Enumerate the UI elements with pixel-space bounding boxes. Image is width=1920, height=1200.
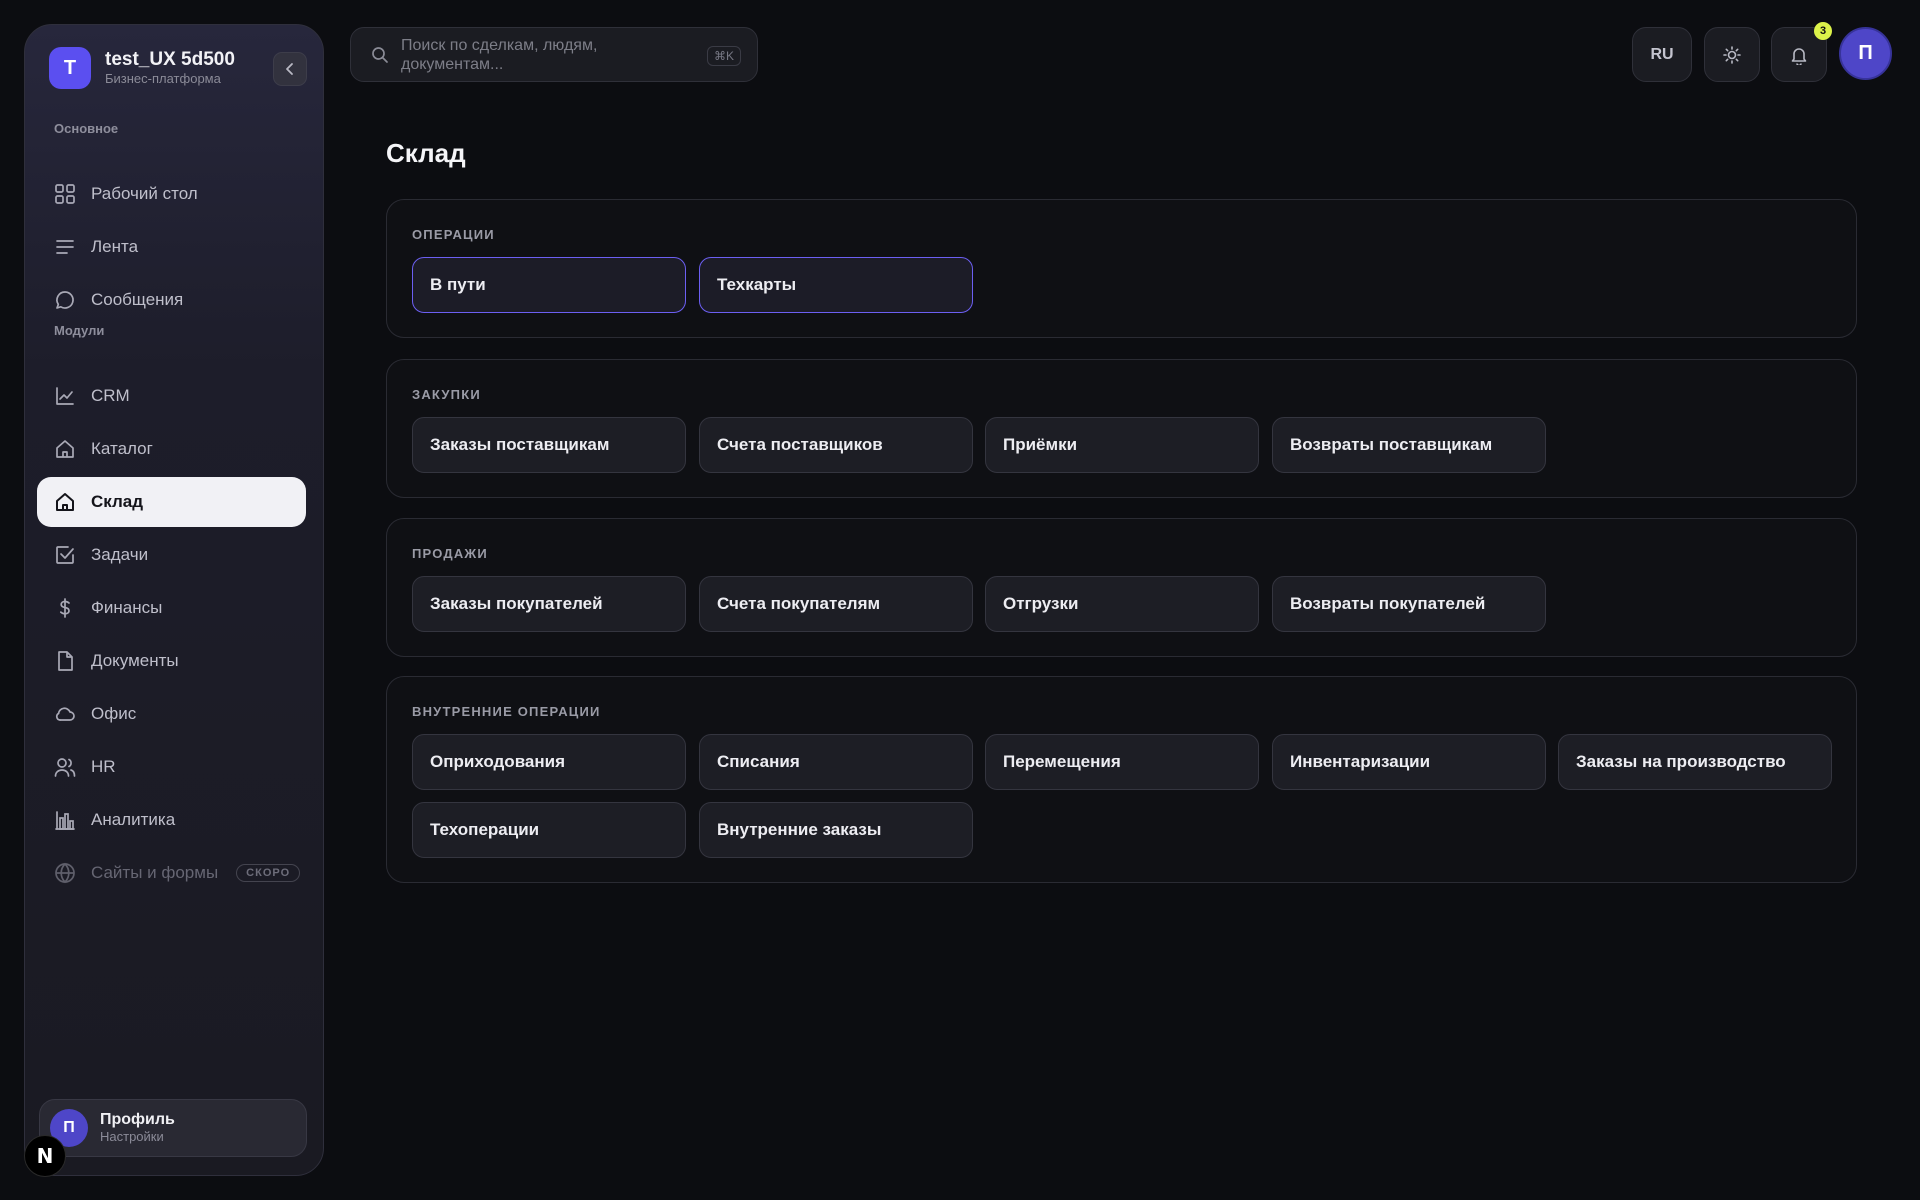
tile-in-transit[interactable]: В пути bbox=[412, 257, 686, 313]
document-icon bbox=[53, 649, 77, 673]
search-shortcut: ⌘K bbox=[706, 46, 741, 66]
tile-customer-invoices[interactable]: Счета покупателям bbox=[699, 576, 973, 632]
page-title: Склад bbox=[386, 138, 466, 168]
workspace-subtitle: Бизнес-платформа bbox=[105, 71, 221, 86]
section-sales: ПРОДАЖИ Заказы покупателей Счета покупат… bbox=[386, 518, 1857, 657]
sidebar-item-label: Задачи bbox=[91, 545, 149, 564]
sidebar-item-label: Сайты и формы bbox=[91, 863, 219, 882]
sidebar-item-label: Финансы bbox=[91, 598, 163, 617]
coming-soon-badge: СКОРО bbox=[236, 864, 301, 882]
section-title: ПРОДАЖИ bbox=[412, 546, 488, 561]
sidebar-item-finance[interactable]: Финансы bbox=[37, 583, 306, 633]
tile-internal-orders[interactable]: Внутренние заказы bbox=[699, 802, 973, 858]
tile-supplier-invoices[interactable]: Счета поставщиков bbox=[699, 417, 973, 473]
sidebar-item-office[interactable]: Офис bbox=[37, 689, 306, 739]
sidebar-item-tasks[interactable]: Задачи bbox=[37, 530, 306, 580]
sidebar-item-dashboard[interactable]: Рабочий стол bbox=[37, 169, 306, 219]
chevron-left-icon bbox=[286, 63, 293, 75]
section-operations: ОПЕРАЦИИ В пути Техкарты bbox=[386, 199, 1857, 338]
tile-customer-returns[interactable]: Возвраты покупателей bbox=[1272, 576, 1546, 632]
profile-subtitle: Настройки bbox=[100, 1129, 164, 1144]
section-purchases: ЗАКУПКИ Заказы поставщикам Счета поставщ… bbox=[386, 359, 1857, 498]
search-icon bbox=[372, 46, 388, 63]
sidebar-item-label: Каталог bbox=[91, 439, 153, 458]
sidebar-item-messages[interactable]: Сообщения bbox=[37, 275, 306, 325]
brand-text: test_UX 5d500 Бизнес-платформа bbox=[105, 49, 235, 87]
feed-lines-icon bbox=[53, 235, 77, 259]
sidebar-item-label: Сообщения bbox=[91, 290, 184, 309]
sidebar-item-sites-forms: Сайты и формы СКОРО bbox=[37, 848, 306, 898]
sidebar-item-label: CRM bbox=[91, 386, 130, 405]
tile-customer-orders[interactable]: Заказы покупателей bbox=[412, 576, 686, 632]
sun-icon bbox=[1723, 45, 1741, 64]
home-icon bbox=[53, 437, 77, 461]
nav-section-main: Основное bbox=[54, 121, 119, 136]
sidebar: T test_UX 5d500 Бизнес-платформа Основно… bbox=[24, 24, 324, 1176]
search-input[interactable]: Поиск по сделкам, людям, документам... ⌘… bbox=[350, 27, 758, 82]
user-avatar-button[interactable]: П bbox=[1839, 27, 1892, 80]
nextjs-dev-icon[interactable]: N bbox=[24, 1135, 66, 1177]
profile-name: Профиль bbox=[100, 1111, 175, 1128]
notifications-button[interactable]: 3 bbox=[1771, 22, 1832, 82]
sidebar-item-analytics[interactable]: Аналитика bbox=[37, 795, 306, 845]
tile-supplier-orders[interactable]: Заказы поставщикам bbox=[412, 417, 686, 473]
language-button[interactable]: RU bbox=[1632, 27, 1692, 82]
tile-tech-operations[interactable]: Техоперации bbox=[412, 802, 686, 858]
workspace-name: test_UX 5d500 bbox=[105, 49, 235, 70]
chat-bubble-icon bbox=[53, 288, 77, 312]
tile-shipments[interactable]: Отгрузки bbox=[985, 576, 1259, 632]
sidebar-item-hr[interactable]: HR bbox=[37, 742, 306, 792]
cloud-icon bbox=[53, 702, 77, 726]
sidebar-item-label: Документы bbox=[91, 651, 179, 670]
sidebar-item-feed[interactable]: Лента bbox=[37, 222, 306, 272]
section-title: ЗАКУПКИ bbox=[412, 387, 481, 402]
section-title: ОПЕРАЦИИ bbox=[412, 227, 495, 242]
dollar-icon bbox=[53, 596, 77, 620]
profile-text: Профиль Настройки bbox=[100, 1111, 175, 1145]
grid-icon bbox=[53, 182, 77, 206]
section-title: ВНУТРЕННИЕ ОПЕРАЦИИ bbox=[412, 704, 601, 719]
profile-card[interactable]: П Профиль Настройки bbox=[39, 1099, 307, 1157]
sidebar-item-label: Лента bbox=[91, 237, 139, 256]
line-chart-icon bbox=[53, 384, 77, 408]
collapse-sidebar-button[interactable] bbox=[273, 52, 307, 86]
sidebar-item-label: Аналитика bbox=[91, 810, 176, 829]
tile-receipts[interactable]: Приёмки bbox=[985, 417, 1259, 473]
checkbox-icon bbox=[53, 543, 77, 567]
sidebar-item-label: Склад bbox=[91, 492, 144, 511]
sidebar-item-crm[interactable]: CRM bbox=[37, 371, 306, 421]
tile-production-orders[interactable]: Заказы на производство bbox=[1558, 734, 1832, 790]
sidebar-item-label: HR bbox=[91, 757, 116, 776]
bar-chart-icon bbox=[53, 808, 77, 832]
section-internal-operations: ВНУТРЕННИЕ ОПЕРАЦИИ Оприходования Списан… bbox=[386, 676, 1857, 883]
sidebar-item-catalog[interactable]: Каталог bbox=[37, 424, 306, 474]
sidebar-item-warehouse[interactable]: Склад bbox=[37, 477, 306, 527]
tile-tech-cards[interactable]: Техкарты bbox=[699, 257, 973, 313]
sidebar-item-label: Офис bbox=[91, 704, 137, 723]
sidebar-item-documents[interactable]: Документы bbox=[37, 636, 306, 686]
tile-write-offs[interactable]: Списания bbox=[699, 734, 973, 790]
bell-icon bbox=[1791, 47, 1807, 65]
users-icon bbox=[53, 755, 77, 779]
home-icon bbox=[53, 490, 77, 514]
tile-supplier-returns[interactable]: Возвраты поставщикам bbox=[1272, 417, 1546, 473]
tile-inventories[interactable]: Инвентаризации bbox=[1272, 734, 1546, 790]
tile-postings[interactable]: Оприходования bbox=[412, 734, 686, 790]
nav-section-modules: Модули bbox=[54, 323, 105, 338]
brand-logo: T bbox=[49, 47, 91, 89]
brand[interactable]: T test_UX 5d500 Бизнес-платформа bbox=[49, 47, 235, 89]
notification-count-badge: 3 bbox=[1814, 22, 1832, 40]
theme-toggle-button[interactable] bbox=[1704, 27, 1760, 82]
globe-icon bbox=[53, 861, 77, 885]
search-placeholder: Поиск по сделкам, людям, документам... bbox=[401, 36, 598, 73]
sidebar-item-label: Рабочий стол bbox=[91, 184, 198, 203]
tile-transfers[interactable]: Перемещения bbox=[985, 734, 1259, 790]
